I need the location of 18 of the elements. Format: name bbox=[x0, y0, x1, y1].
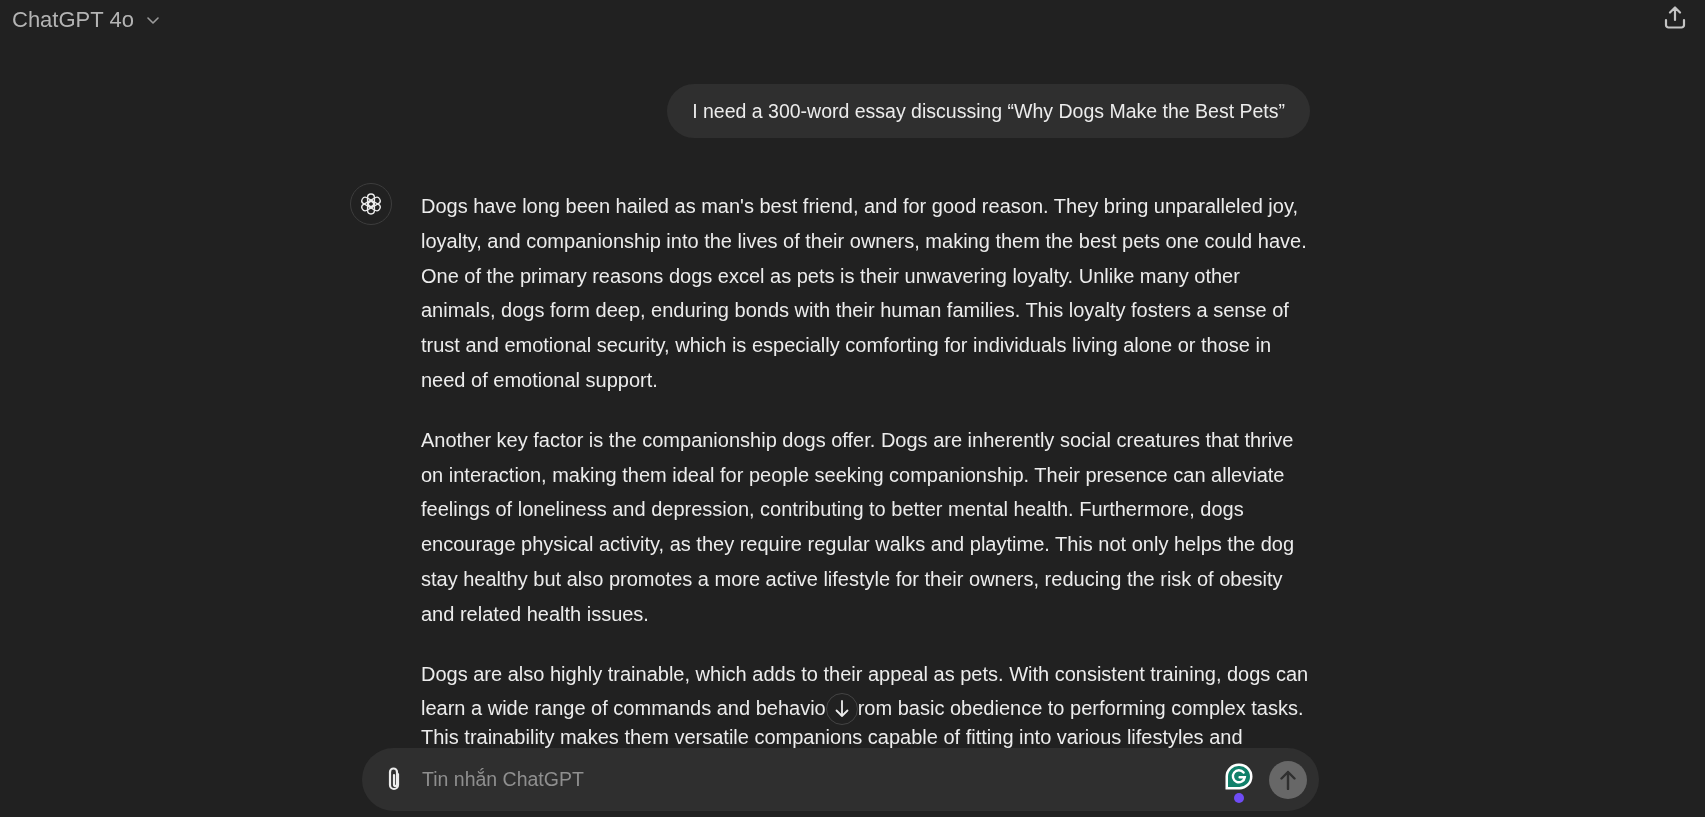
chevron-down-icon bbox=[146, 16, 159, 24]
message-line: rom basic obedience to performing complex tasks. bbox=[857, 696, 1304, 722]
message-input[interactable]: Tin nhắn ChatGPT bbox=[422, 764, 1213, 795]
scroll-down-button[interactable] bbox=[825, 692, 858, 725]
user-message: I need a 300-word essay discussing “Why Dogs Make the Best Pets” bbox=[667, 84, 1310, 138]
arrow-up-icon bbox=[1280, 769, 1296, 790]
model-selector[interactable]: ChatGPT 4o bbox=[12, 7, 159, 33]
knot-avatar-icon bbox=[350, 183, 392, 225]
status-dot-icon bbox=[1234, 792, 1244, 803]
share-icon[interactable] bbox=[1663, 5, 1687, 29]
arrow-down-icon bbox=[834, 699, 849, 718]
message-line: Dogs are also highly trainable, which adds to their appeal as pets. With consistent training, dogs can bbox=[421, 661, 1310, 687]
message-line: learn a wide range of commands and behavio bbox=[421, 696, 826, 722]
message-paragraph: Another key factor is the companionship dogs offer. Dogs are inherently social creatures that thrive on interaction, making them ideal for people seeking companionship. Their presence can alleviate feelings of loneliness and depression, contributing to better mental health. Furthermore, dogs encourage physical activity, as they require regular walks and playtime. This not only helps the dog stay healthy but also promotes a more active lifestyle for their owners, reducing the risk of obesity and related health issues. bbox=[421, 427, 1296, 627]
g-bubble-icon[interactable] bbox=[1225, 762, 1253, 790]
message-paragraph: Dogs have long been hailed as man's best friend, and for good reason. They bring unparalleled joy, loyalty, and companionship into the lives of their owners, making them the best pets one could have. One of the primary reasons dogs excel as pets is their unwavering loyalty. Unlike many other animals, dogs form deep, enduring bonds with their human families. This loyalty fosters a sense of trust and emotional security, which is especially comforting for individuals living alone or those in need of emotional support. bbox=[421, 194, 1308, 393]
message-line: This trainability makes them versatile companions capable of fitting into various lifestyles and bbox=[421, 727, 1244, 748]
message-composer[interactable]: Tin nhắn ChatGPT bbox=[362, 748, 1319, 811]
